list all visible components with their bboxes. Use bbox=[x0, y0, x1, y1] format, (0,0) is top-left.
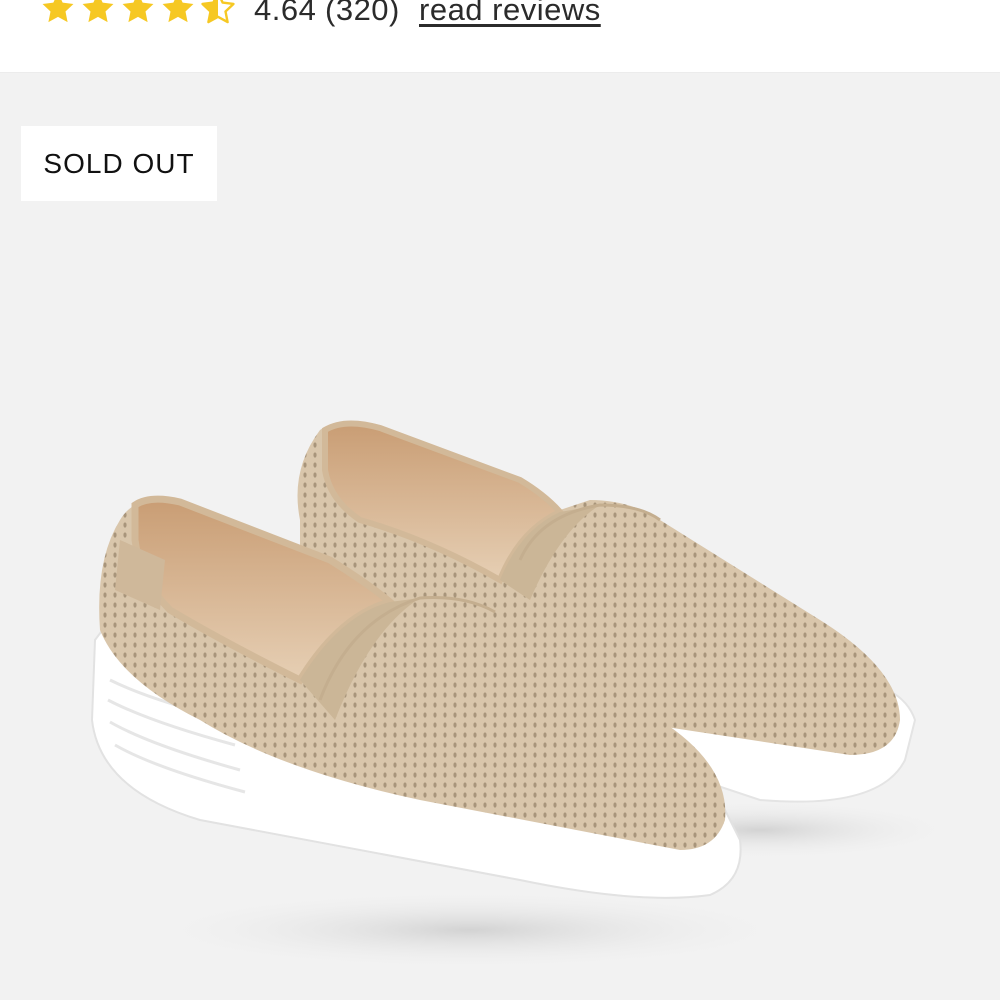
star-full-icon bbox=[82, 0, 114, 23]
review-count: (320) bbox=[325, 0, 400, 27]
star-full-icon bbox=[122, 0, 154, 23]
rating-value: 4.64 bbox=[254, 0, 317, 27]
read-reviews-link[interactable]: read reviews bbox=[419, 0, 601, 28]
star-rating bbox=[40, 0, 236, 26]
sold-out-badge: SOLD OUT bbox=[21, 126, 217, 201]
shoe-product-image[interactable] bbox=[0, 73, 1000, 1000]
star-full-icon bbox=[42, 0, 74, 23]
star-full-icon bbox=[162, 0, 194, 23]
star-half-icon bbox=[201, 0, 235, 24]
rating-bar: 4.64 (320) read reviews bbox=[0, 0, 1000, 73]
